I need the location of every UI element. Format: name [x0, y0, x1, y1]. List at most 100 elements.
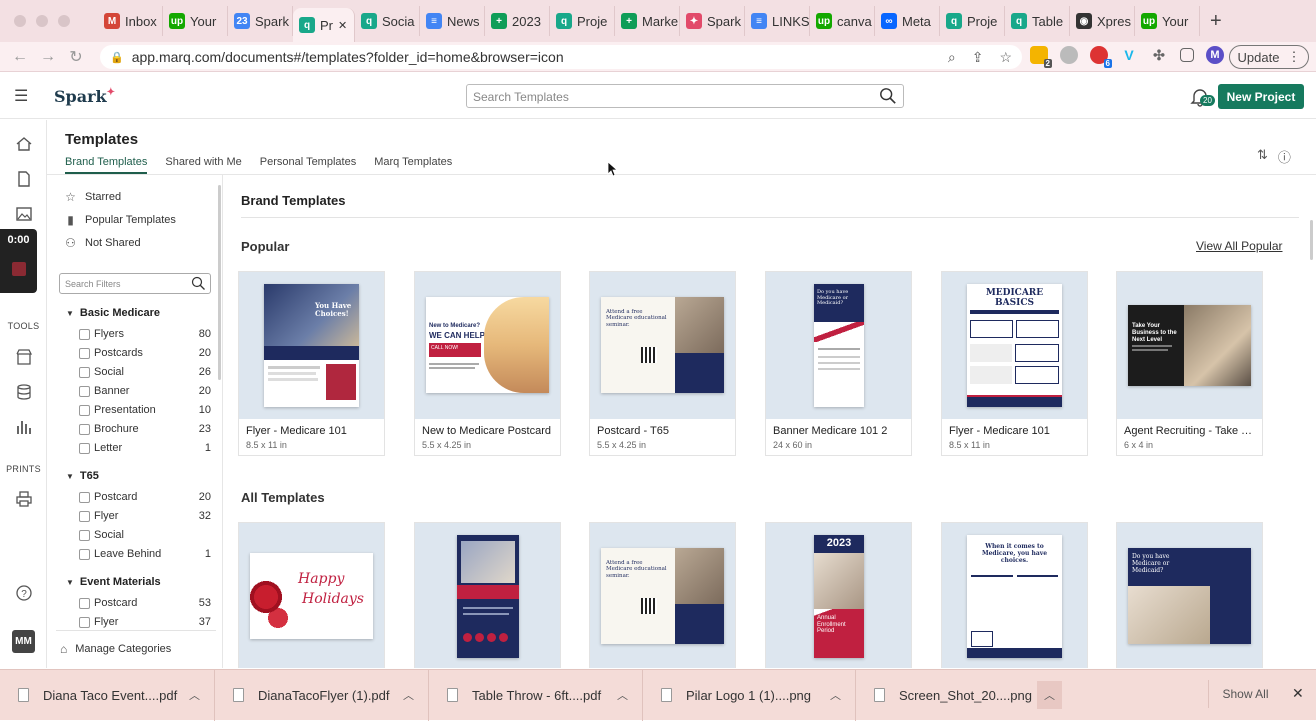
close-downloads-icon[interactable]: ✕ [1292, 685, 1304, 702]
template-card[interactable]: Do you have Medicare or Medicaid? [1116, 522, 1263, 668]
filter-starred[interactable]: ☆ Starred [64, 190, 121, 204]
browser-tab[interactable]: ✦ Spark [680, 6, 745, 36]
template-card[interactable]: Take Your Business to the Next Level Age… [1116, 271, 1263, 456]
template-card[interactable]: MEDICARE BASICS Flyer - Medicare 101 8.5… [941, 271, 1088, 456]
tab-personal-templates[interactable]: Personal Templates [260, 156, 356, 174]
browser-menu-icon[interactable]: ⋮ [1287, 49, 1300, 65]
hamburger-menu-icon[interactable]: ☰ [14, 86, 28, 106]
tab-brand-templates[interactable]: Brand Templates [65, 156, 148, 174]
download-item[interactable]: Table Throw - 6ft....pdf ︿ [429, 669, 643, 721]
recording-timer[interactable]: 0:00 [0, 229, 37, 293]
filter-item[interactable]: Flyers 80 [79, 328, 211, 340]
minimize-window-icon[interactable] [36, 15, 48, 27]
user-avatar[interactable]: MM [12, 630, 35, 653]
url-field[interactable]: 🔒 app.marq.com/documents#/templates?fold… [100, 45, 1022, 69]
chevron-up-icon[interactable]: ︿ [1037, 681, 1062, 709]
filter-item[interactable]: Presentation 10 [79, 404, 211, 416]
stop-record-icon[interactable] [11, 262, 26, 276]
filter-item[interactable]: Flyer 37 [79, 616, 211, 628]
filter-item[interactable]: Banner 20 [79, 385, 211, 397]
template-card[interactable]: Do you have Medicare or Medicaid? Banner… [765, 271, 912, 456]
close-window-icon[interactable] [14, 15, 26, 27]
filter-item[interactable]: Flyer 32 [79, 510, 211, 522]
template-card[interactable]: New to Medicare? WE CAN HELP! CALL NOW! … [414, 271, 561, 456]
browser-tab[interactable]: up canva [810, 6, 875, 36]
images-icon[interactable] [15, 205, 33, 223]
category-basic-medicare[interactable]: ▼ Basic Medicare [66, 307, 160, 319]
back-icon[interactable]: ← [6, 48, 34, 66]
filter-item[interactable]: Social [79, 529, 211, 541]
manage-categories-button[interactable]: ⌂ Manage Categories [60, 642, 171, 656]
download-item[interactable]: Diana Taco Event....pdf ︿ [0, 669, 215, 721]
sort-icon[interactable]: ⇅ [1257, 147, 1268, 166]
download-item[interactable]: DianaTacoFlyer (1).pdf ︿ [215, 669, 429, 721]
browser-tab[interactable]: q Table [1005, 6, 1070, 36]
category-t65[interactable]: ▼ T65 [66, 470, 99, 482]
analytics-icon[interactable] [15, 418, 33, 436]
info-icon[interactable]: ⓘ [1278, 147, 1291, 166]
maximize-window-icon[interactable] [58, 15, 70, 27]
extensions-puzzle-icon[interactable]: ✣ [1150, 46, 1168, 64]
download-item[interactable]: Screen_Shot_20....png ︿ [856, 670, 1066, 721]
app-logo[interactable]: Spark✦ [54, 87, 115, 106]
download-item[interactable]: Pilar Logo 1 (1)....png ︿ [643, 669, 856, 721]
search-templates-input[interactable]: Search Templates [466, 84, 904, 108]
close-tab-icon[interactable]: ✕ [338, 19, 347, 32]
chevron-up-icon[interactable]: ︿ [617, 687, 628, 703]
new-project-button[interactable]: New Project [1218, 84, 1304, 109]
template-card[interactable]: When it comes to Medicare, you have choi… [941, 522, 1088, 668]
documents-icon[interactable] [15, 170, 33, 188]
sidebar-panel-icon[interactable] [1180, 48, 1194, 62]
extension-sheets-icon[interactable]: 2 [1030, 46, 1052, 68]
browser-tab[interactable]: ≡ News [420, 6, 485, 36]
browser-tab[interactable]: M Inbox [98, 6, 163, 36]
filter-item[interactable]: Leave Behind 1 [79, 548, 211, 560]
tab-marq-templates[interactable]: Marq Templates [374, 156, 452, 174]
help-icon[interactable]: ? [15, 584, 33, 602]
filter-popular-templates[interactable]: ▮ Popular Templates [64, 213, 176, 227]
browser-tab[interactable]: up Your [1135, 6, 1200, 36]
chevron-up-icon[interactable]: ︿ [830, 687, 841, 703]
category-event-materials[interactable]: ▼ Event Materials [66, 576, 161, 588]
browser-tab[interactable]: ◉ Xpres [1070, 6, 1135, 36]
search-icon[interactable] [879, 87, 897, 105]
database-icon[interactable] [15, 383, 33, 401]
show-all-downloads-button[interactable]: Show All [1208, 680, 1282, 708]
filter-item[interactable]: Social 26 [79, 366, 211, 378]
browser-tab[interactable]: q Pr ✕ [293, 8, 355, 42]
update-button[interactable]: Update ⋮ [1229, 45, 1309, 69]
bookmark-star-icon[interactable]: ☆ [999, 49, 1012, 66]
filter-item[interactable]: Postcard 20 [79, 491, 211, 503]
filter-item[interactable]: Postcard 53 [79, 597, 211, 609]
search-icon[interactable] [191, 276, 206, 291]
store-icon[interactable] [15, 348, 33, 366]
template-card[interactable] [414, 522, 561, 668]
filter-item[interactable]: Brochure 23 [79, 423, 211, 435]
browser-tab[interactable]: up Your [163, 6, 228, 36]
forward-icon[interactable]: → [34, 48, 62, 66]
extension-gray-icon[interactable] [1060, 46, 1078, 64]
view-all-popular-link[interactable]: View All Popular [1196, 239, 1283, 253]
browser-tab[interactable]: q Proje [550, 6, 615, 36]
printer-icon[interactable] [15, 490, 33, 508]
filter-item[interactable]: Postcards 20 [79, 347, 211, 359]
template-card[interactable]: 2023 Annual Enrollment Period [765, 522, 912, 668]
browser-tab[interactable]: + Marke [615, 6, 680, 36]
profile-avatar[interactable]: M [1206, 46, 1224, 64]
filter-scrollbar[interactable] [218, 185, 221, 380]
new-tab-icon[interactable]: + [1210, 10, 1222, 33]
template-card[interactable]: Attend a free Medicare educational semin… [589, 522, 736, 668]
share-icon[interactable]: ⇪ [972, 49, 984, 66]
template-card[interactable]: You Have Choices! Flyer - Medicare 101 8… [238, 271, 385, 456]
tab-shared-with-me[interactable]: Shared with Me [165, 156, 241, 174]
browser-tab[interactable]: ≡ LINKS [745, 6, 810, 36]
extension-red-icon[interactable]: 6 [1090, 46, 1112, 68]
extension-vimeo-icon[interactable]: V [1120, 46, 1138, 64]
browser-tab[interactable]: ∞ Meta [875, 6, 940, 36]
browser-tab[interactable]: q Proje [940, 6, 1005, 36]
browser-tab[interactable]: +2023 [485, 6, 550, 36]
browser-tab[interactable]: q Socia [355, 6, 420, 36]
filter-search-input[interactable]: Search Filters [59, 273, 211, 294]
browser-tab[interactable]: 23 Spark [228, 6, 293, 36]
filter-item[interactable]: Letter 1 [79, 442, 211, 454]
